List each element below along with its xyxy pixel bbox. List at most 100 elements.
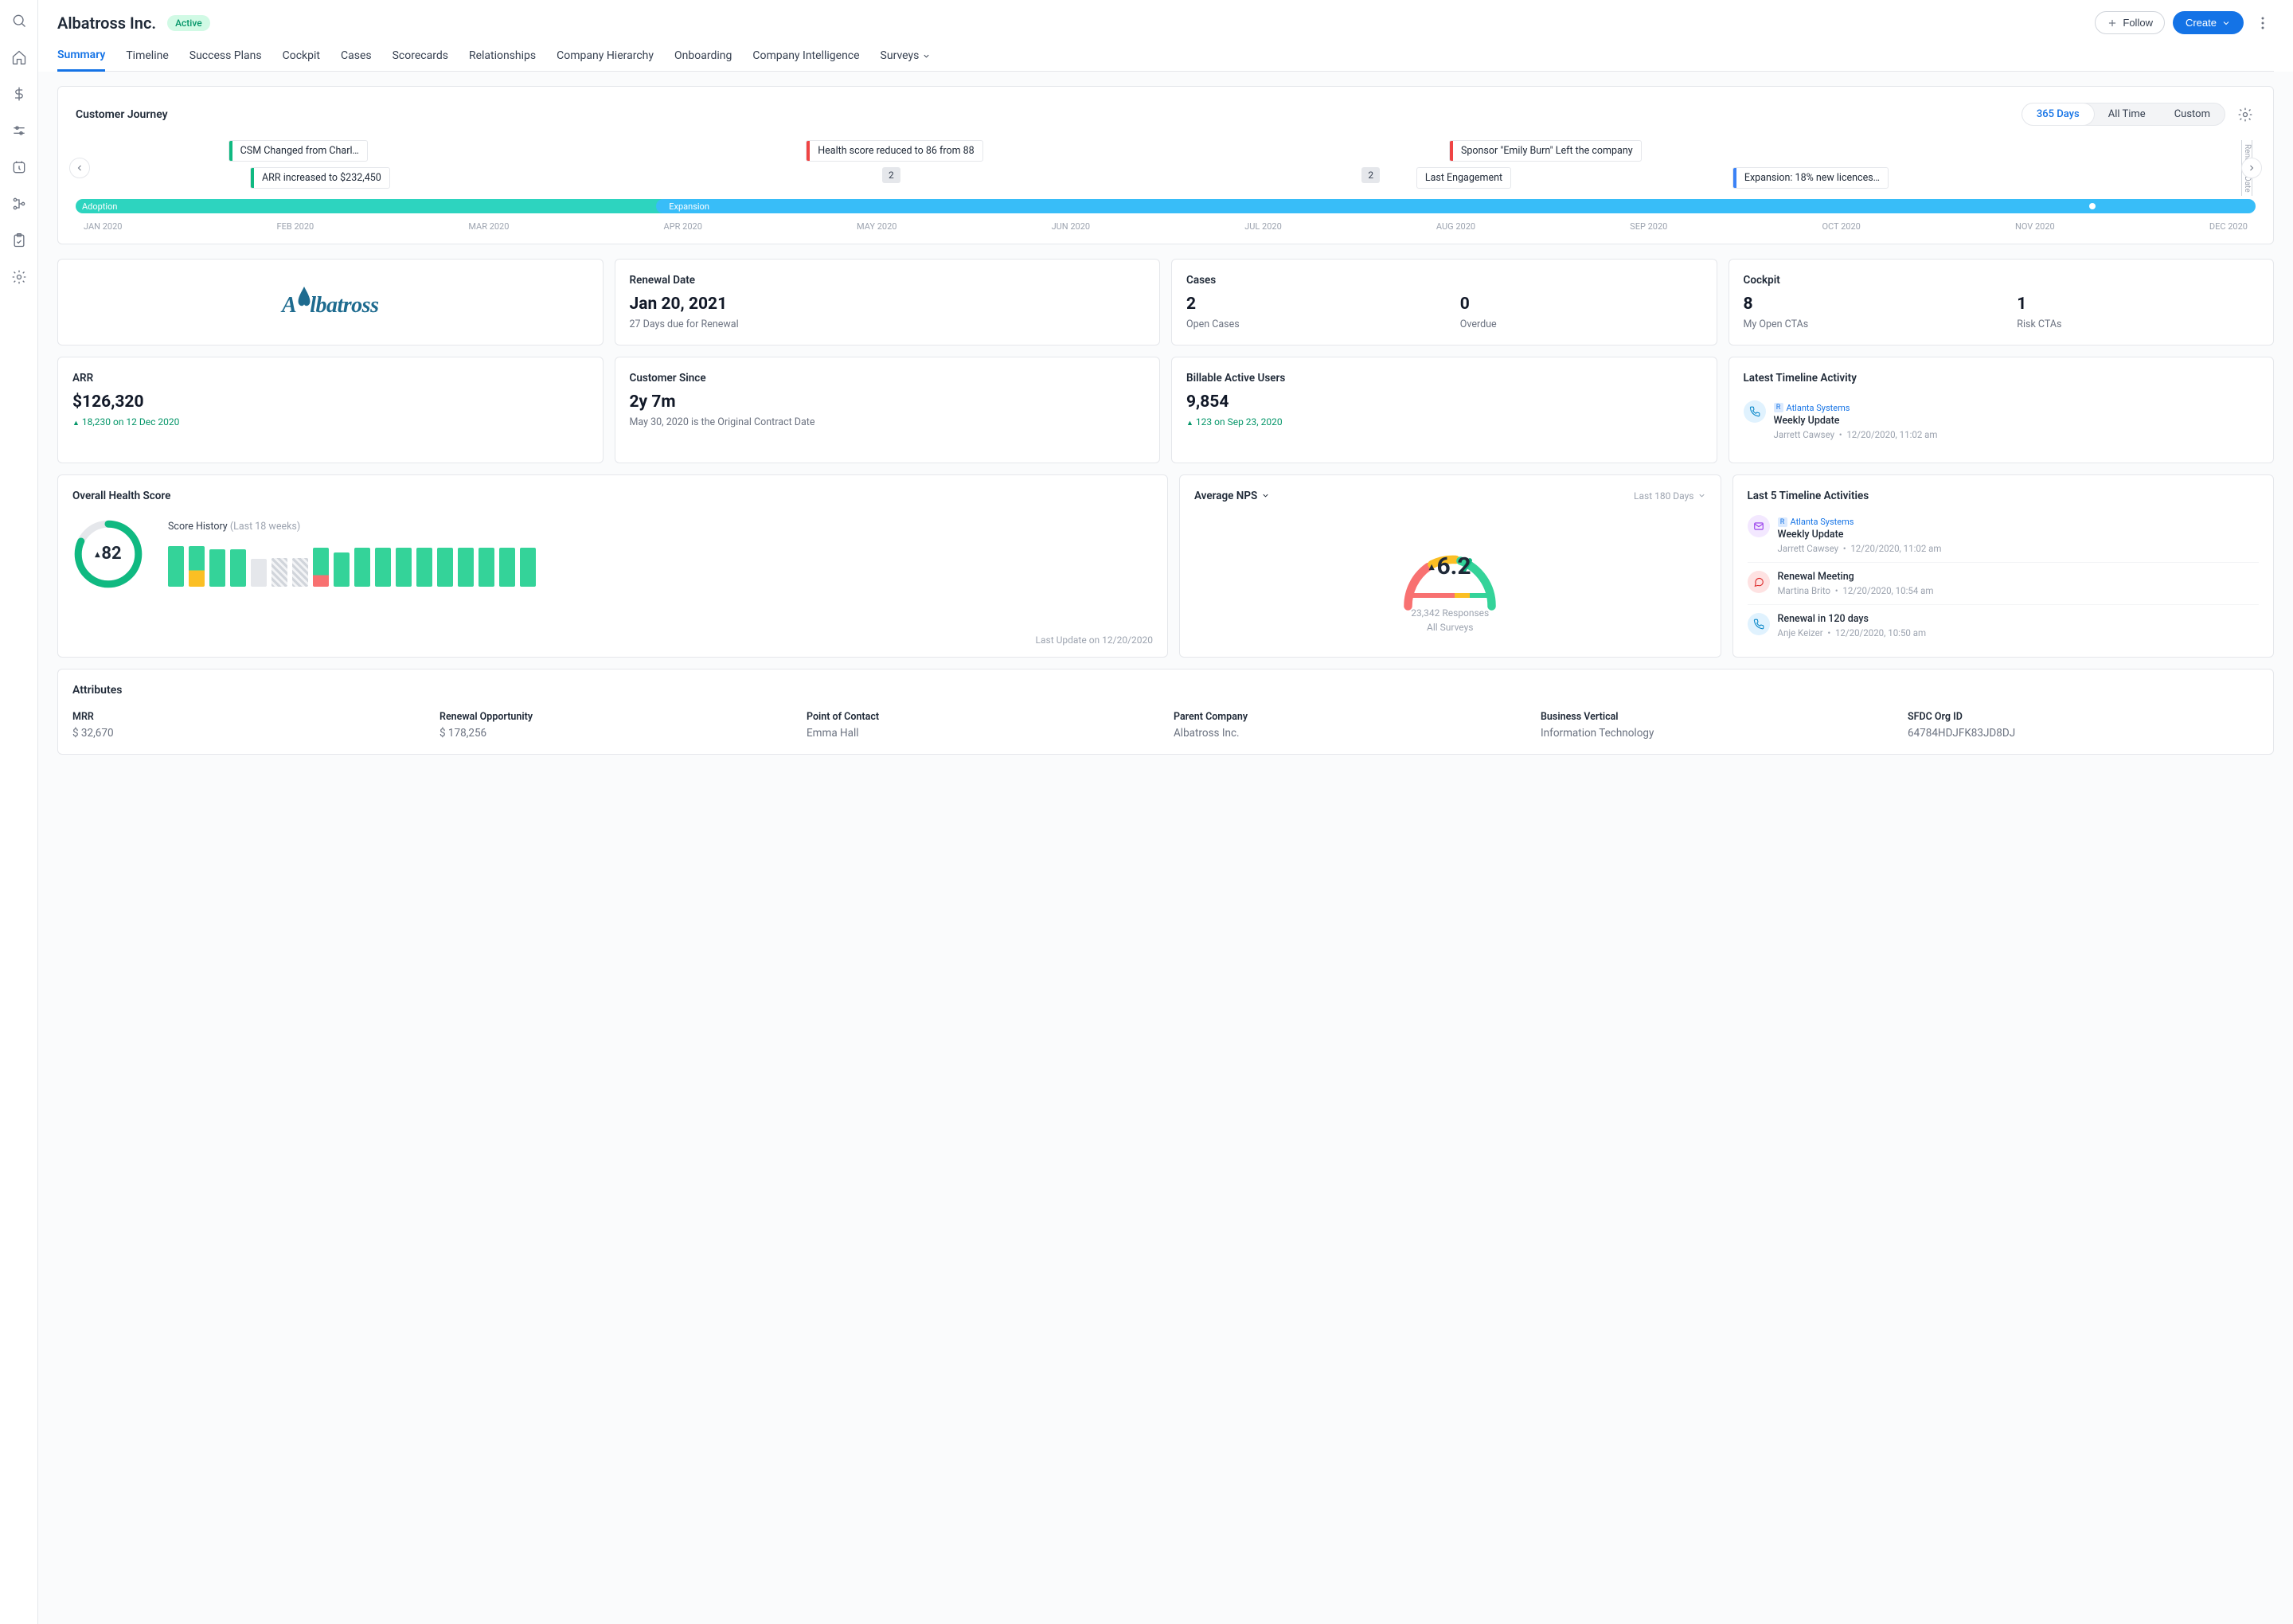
last5-activities-card: Last 5 Timeline Activities Atlanta Syste…: [1732, 474, 2274, 658]
health-ring: 82: [72, 518, 144, 590]
tab-timeline[interactable]: Timeline: [126, 49, 168, 71]
open-ctas-label: My Open CTAs: [1744, 318, 1986, 330]
overdue-cases-value: 0: [1460, 295, 1702, 314]
activity-item[interactable]: Renewal Meeting Martina Brito • 12/20/20…: [1748, 562, 2259, 604]
renewal-date-card: Renewal Date Jan 20, 2021 27 Days due fo…: [615, 259, 1161, 345]
billable-value: 9,854: [1186, 392, 1702, 412]
journey-prev-icon[interactable]: [69, 158, 90, 178]
journey-event-expansion[interactable]: Expansion: 18% new licences…: [1732, 167, 1889, 189]
activity-item[interactable]: Atlanta Systems Weekly Update Jarrett Ca…: [1748, 510, 2259, 563]
attribute-item: Business VerticalInformation Technology: [1541, 711, 1892, 740]
last5-label: Last 5 Timeline Activities: [1748, 490, 2259, 510]
latest-activity-item[interactable]: Atlanta Systems Weekly Update Jarrett Ca…: [1744, 392, 2260, 448]
tab-onboarding[interactable]: Onboarding: [674, 49, 732, 71]
mail-icon: [1748, 515, 1770, 537]
latest-tag: Atlanta Systems: [1774, 403, 1850, 413]
more-menu-icon[interactable]: [2252, 12, 2274, 34]
attribute-item: Renewal Opportunity$ 178,256: [439, 711, 791, 740]
company-logo-card: Albatross: [57, 259, 604, 345]
health-score-value: 82: [72, 518, 144, 590]
attributes-card: Attributes MRR$ 32,670 Renewal Opportuni…: [57, 669, 2274, 755]
arr-label: ARR: [72, 372, 588, 385]
nps-range-dropdown[interactable]: Last 180 Days: [1634, 490, 1705, 502]
company-name: Albatross Inc.: [57, 14, 156, 33]
cockpit-label: Cockpit: [1744, 274, 2260, 287]
tab-scorecards[interactable]: Scorecards: [393, 49, 448, 71]
arr-card: ARR $126,320 18,230 on 12 Dec 2020: [57, 357, 604, 463]
tab-company-hierarchy[interactable]: Company Hierarchy: [557, 49, 654, 71]
gear-icon[interactable]: [11, 269, 27, 285]
attribute-item: SFDC Org ID64784HDJFK83JD8DJ: [1908, 711, 2259, 740]
customer-journey-card: Customer Journey 365 Days All Time Custo…: [57, 86, 2274, 244]
attribute-item: Parent CompanyAlbatross Inc.: [1174, 711, 1525, 740]
journey-badge-b[interactable]: 2: [1361, 167, 1380, 183]
activity-tag: Atlanta Systems: [1778, 517, 1854, 527]
tab-cockpit[interactable]: Cockpit: [283, 49, 320, 71]
tab-company-intelligence[interactable]: Company Intelligence: [752, 49, 859, 71]
range-custom[interactable]: Custom: [2160, 103, 2225, 125]
attribute-item: MRR$ 32,670: [72, 711, 424, 740]
health-label: Overall Health Score: [72, 490, 1153, 502]
journey-event-arr[interactable]: ARR increased to $232,450: [250, 167, 390, 189]
sliders-icon[interactable]: [11, 123, 27, 139]
nps-value: 6.2: [1390, 552, 1510, 580]
customer-since-card: Customer Since 2y 7m May 30, 2020 is the…: [615, 357, 1161, 463]
tab-surveys[interactable]: Surveys: [881, 49, 932, 71]
activity-title: Renewal Meeting: [1778, 571, 2259, 583]
journey-settings-icon[interactable]: [2235, 104, 2256, 125]
phone-icon: [1748, 613, 1770, 635]
open-cases-value: 2: [1186, 295, 1428, 314]
journey-event-sponsor[interactable]: Sponsor "Emily Burn" Left the company: [1449, 140, 1642, 162]
renewal-label: Renewal Date: [630, 274, 1146, 287]
cases-label: Cases: [1186, 274, 1702, 287]
follow-button[interactable]: Follow: [2095, 11, 2165, 34]
billable-delta: 123 on Sep 23, 2020: [1186, 416, 1702, 427]
clock-icon[interactable]: [11, 159, 27, 175]
nps-card: Average NPS Last 180 Days 6.2: [1179, 474, 1721, 658]
since-sub: May 30, 2020 is the Original Contract Da…: [630, 416, 1146, 428]
tab-relationships[interactable]: Relationships: [469, 49, 536, 71]
renewal-value: Jan 20, 2021: [630, 295, 1146, 314]
tabs: Summary Timeline Success Plans Cockpit C…: [57, 49, 2274, 72]
latest-activity-card: Latest Timeline Activity Atlanta Systems…: [1729, 357, 2275, 463]
journey-event-last-engagement[interactable]: Last Engagement: [1416, 167, 1511, 189]
since-value: 2y 7m: [630, 392, 1146, 412]
journey-event-health[interactable]: Health score reduced to 86 from 88: [806, 140, 983, 162]
activity-title: Renewal in 120 days: [1778, 613, 2259, 625]
create-label: Create: [2186, 17, 2217, 29]
left-nav-rail: [0, 0, 38, 1624]
journey-event-csm[interactable]: CSM Changed from Charl…: [229, 140, 368, 162]
journey-next-icon[interactable]: [2241, 158, 2262, 178]
risk-ctas-label: Risk CTAs: [2017, 318, 2259, 330]
org-icon[interactable]: [11, 196, 27, 212]
latest-label: Latest Timeline Activity: [1744, 372, 2260, 385]
since-label: Customer Since: [630, 372, 1146, 385]
open-cases-label: Open Cases: [1186, 318, 1428, 330]
tab-cases[interactable]: Cases: [341, 49, 372, 71]
health-score-card: Overall Health Score 82 Score History (L…: [57, 474, 1168, 658]
score-history-label: Score History (Last 18 weeks): [168, 521, 1153, 533]
home-icon[interactable]: [11, 49, 27, 65]
health-update-text: Last Update on 12/20/2020: [1036, 634, 1153, 646]
nps-label[interactable]: Average NPS: [1194, 490, 1270, 502]
chat-icon: [1748, 571, 1770, 593]
journey-badge-a[interactable]: 2: [882, 167, 900, 183]
dollar-icon[interactable]: [11, 86, 27, 102]
logo-text: Albatross: [282, 287, 378, 318]
activity-item[interactable]: Renewal in 120 days Anje Keizer • 12/20/…: [1748, 604, 2259, 646]
overdue-cases-label: Overdue: [1460, 318, 1702, 330]
create-button[interactable]: Create: [2173, 11, 2244, 34]
phone-icon: [1744, 400, 1766, 423]
score-history-bars: [168, 539, 1153, 587]
journey-phase-expansion: Expansion: [656, 199, 2256, 213]
attribute-item: Point of ContactEmma Hall: [807, 711, 1158, 740]
tab-summary[interactable]: Summary: [57, 49, 105, 72]
attributes-label: Attributes: [72, 684, 2259, 697]
clipboard-check-icon[interactable]: [11, 232, 27, 248]
arr-value: $126,320: [72, 392, 588, 412]
activity-title: Weekly Update: [1778, 529, 2259, 541]
search-icon[interactable]: [11, 13, 27, 29]
range-365[interactable]: 365 Days: [2022, 103, 2094, 125]
tab-success-plans[interactable]: Success Plans: [189, 49, 262, 71]
range-alltime[interactable]: All Time: [2094, 103, 2160, 125]
